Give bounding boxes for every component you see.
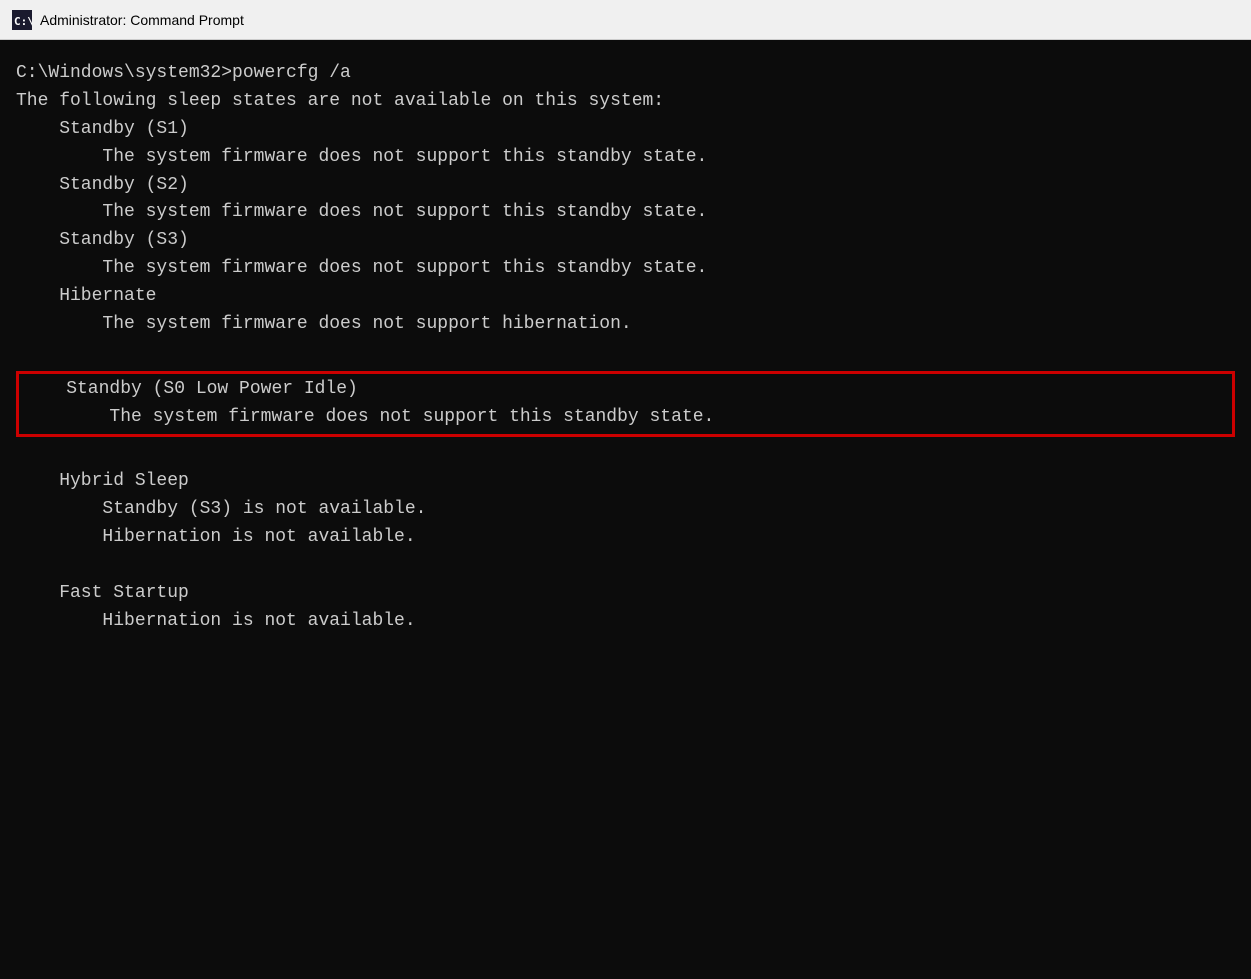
s0-msg-line: The system firmware does not support thi… bbox=[19, 404, 1232, 432]
s2-msg-line: The system firmware does not support thi… bbox=[16, 199, 1235, 227]
hybrid-sleep-msg1-line: Standby (S3) is not available. bbox=[16, 496, 1235, 524]
cmd-icon: C:\ bbox=[12, 10, 32, 30]
s3-label-line: Standby (S3) bbox=[16, 227, 1235, 255]
cmd-prompt-line: C:\Windows\system32>powercfg /a bbox=[16, 60, 1235, 88]
blank-line-4 bbox=[16, 339, 1235, 367]
title-bar: C:\ Administrator: Command Prompt bbox=[0, 0, 1251, 40]
s3-msg-line: The system firmware does not support thi… bbox=[16, 255, 1235, 283]
fast-startup-label-line: Fast Startup bbox=[16, 580, 1235, 608]
header-line: The following sleep states are not avail… bbox=[16, 88, 1235, 116]
s2-label-line: Standby (S2) bbox=[16, 172, 1235, 200]
s0-label-line: Standby (S0 Low Power Idle) bbox=[19, 376, 1232, 404]
hybrid-sleep-label-line: Hybrid Sleep bbox=[16, 468, 1235, 496]
blank-line-6 bbox=[16, 552, 1235, 580]
hybrid-sleep-msg2-line: Hibernation is not available. bbox=[16, 524, 1235, 552]
highlighted-section: Standby (S0 Low Power Idle) The system f… bbox=[16, 371, 1235, 437]
hibernate-msg-line: The system firmware does not support hib… bbox=[16, 311, 1235, 339]
blank-line-5 bbox=[16, 441, 1235, 469]
window-title: Administrator: Command Prompt bbox=[40, 12, 244, 28]
s1-label-line: Standby (S1) bbox=[16, 116, 1235, 144]
hibernate-label-line: Hibernate bbox=[16, 283, 1235, 311]
fast-startup-msg-line: Hibernation is not available. bbox=[16, 608, 1235, 636]
s1-msg-line: The system firmware does not support thi… bbox=[16, 144, 1235, 172]
terminal-body: C:\Windows\system32>powercfg /a The foll… bbox=[0, 40, 1251, 979]
svg-text:C:\: C:\ bbox=[14, 15, 32, 28]
